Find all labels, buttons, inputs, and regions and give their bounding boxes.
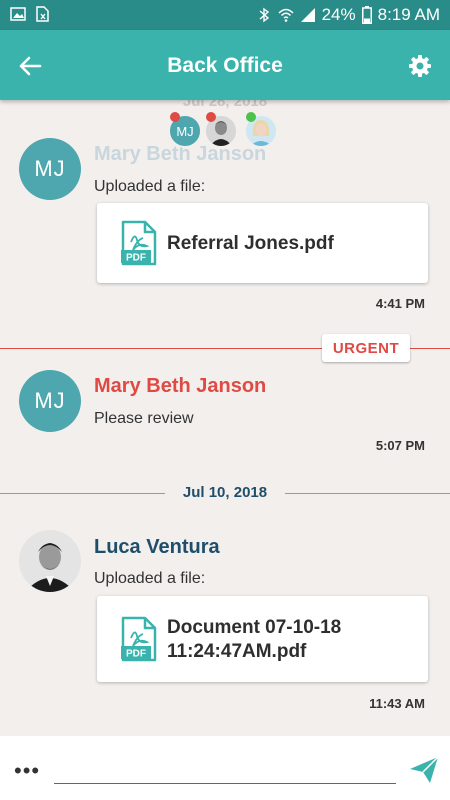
file-attachment[interactable]: PDF Document 07-10-18 11:24:47AM.pdf [97, 596, 428, 682]
message-input[interactable] [54, 756, 396, 784]
more-options-button[interactable]: ••• [14, 758, 40, 784]
bluetooth-icon [259, 7, 269, 23]
file-attachment[interactable]: PDF Referral Jones.pdf [97, 203, 428, 283]
file-name-line-2: 11:24:47AM.pdf [167, 641, 307, 662]
urgent-badge: URGENT [322, 334, 410, 362]
sender-name: Mary Beth Janson [94, 375, 267, 397]
send-icon[interactable] [408, 754, 440, 786]
pdf-label: PDF [126, 649, 146, 660]
message-composer: ••• [0, 736, 450, 800]
message-text: Please review [94, 410, 194, 427]
sender-name: Luca Ventura [94, 536, 220, 558]
pdf-label: PDF [126, 253, 146, 264]
signal-icon [300, 8, 315, 22]
message-text: Uploaded a file: [94, 570, 206, 587]
avatar[interactable]: MJ [19, 370, 81, 432]
status-dot-online [246, 112, 256, 122]
file-name-line-1: Document 07-10-18 [167, 617, 342, 638]
avatar[interactable]: MJ [19, 138, 81, 200]
page-title: Back Office [167, 54, 283, 77]
pdf-file-icon: PDF [121, 616, 157, 662]
wifi-icon [278, 8, 294, 22]
file-name: Referral Jones.pdf [167, 233, 334, 254]
clock: 8:19 AM [377, 5, 440, 24]
avatar[interactable] [19, 530, 81, 592]
battery-percent: 24% [321, 5, 356, 24]
status-bar: 24% 8:19 AM [0, 0, 450, 30]
status-dot-offline [206, 112, 216, 122]
message-time: 4:41 PM [375, 296, 425, 311]
message-time: 11:43 AM [369, 696, 425, 711]
gallery-notification-icon [10, 7, 26, 21]
date-separator: Jul 10, 2018 [165, 484, 285, 501]
message-text: Uploaded a file: [94, 178, 206, 195]
gear-icon[interactable] [404, 50, 436, 82]
sim-notification-icon [36, 6, 49, 22]
status-dot-offline [170, 112, 180, 122]
pdf-file-icon: PDF [121, 220, 157, 266]
app-header: Back Office [0, 30, 450, 100]
message-time: 5:07 PM [375, 438, 425, 453]
battery-icon [361, 6, 372, 24]
